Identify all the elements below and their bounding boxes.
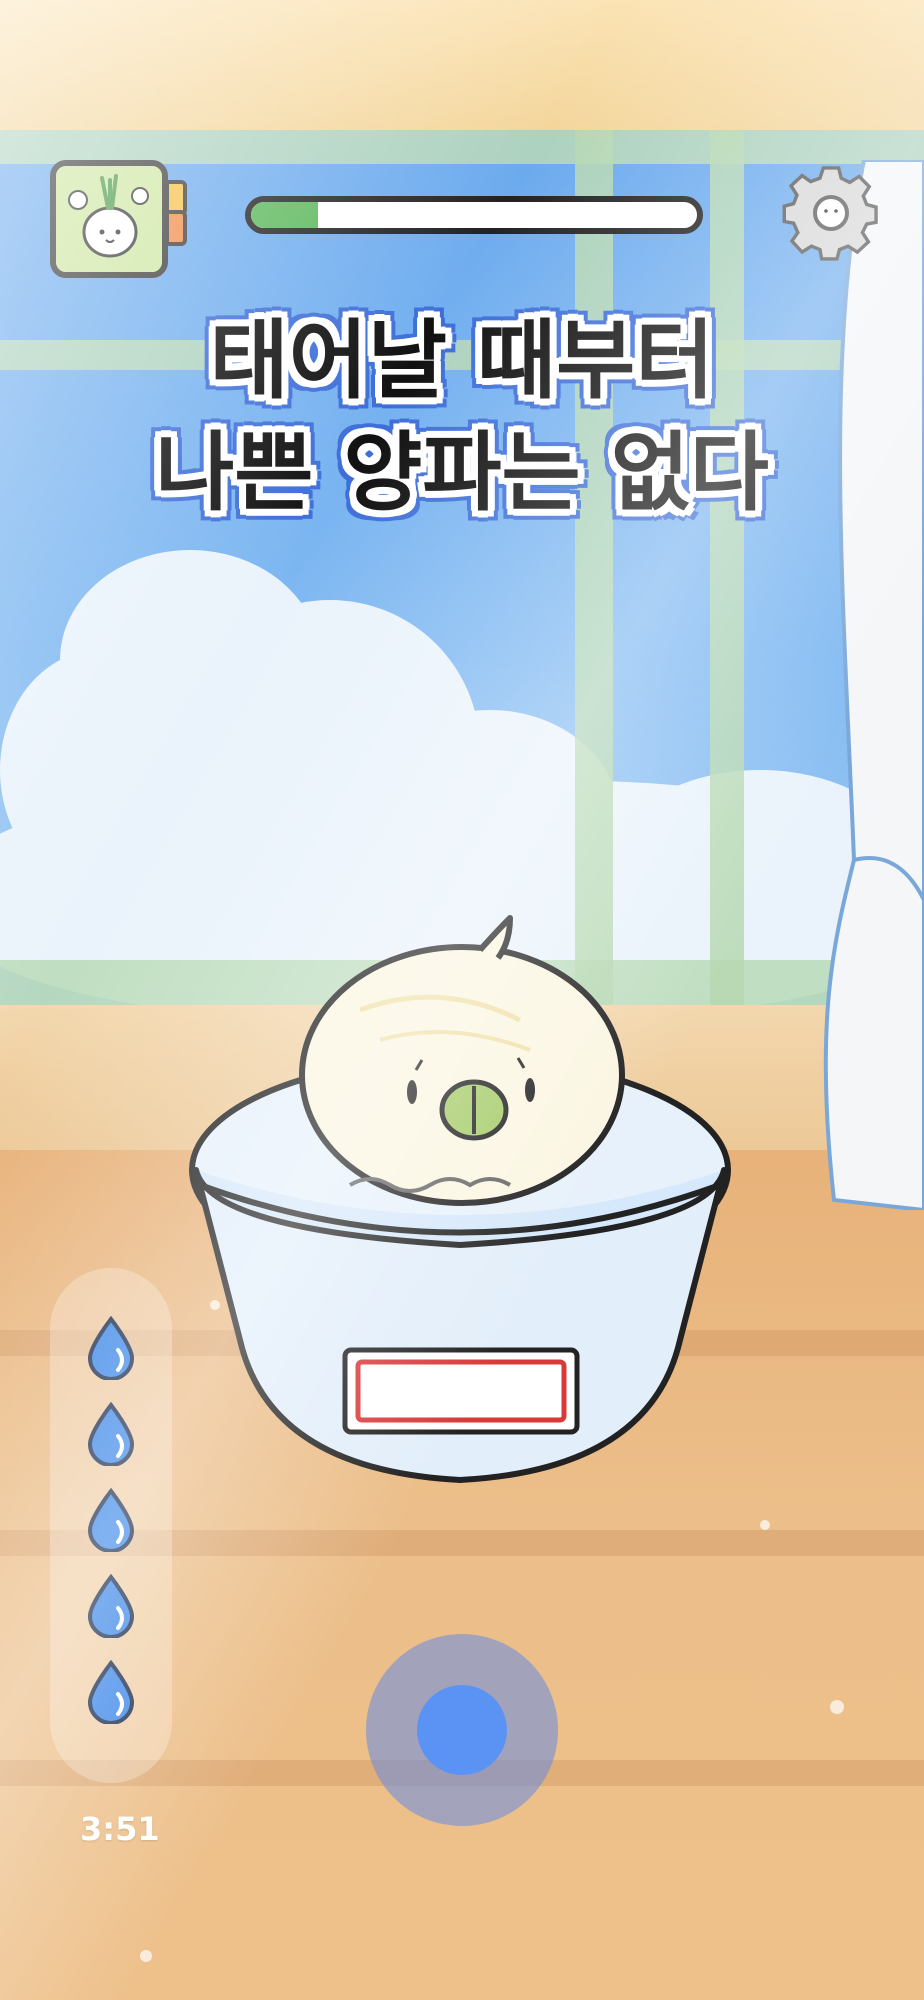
water-drop-icon[interactable] <box>86 1402 136 1466</box>
onion-character <box>299 915 625 1206</box>
water-drop-icon[interactable] <box>86 1488 136 1552</box>
wall-top <box>0 0 924 130</box>
headline-line-1: 태어날 때부터 <box>209 311 715 411</box>
countdown-timer: 3:51 <box>80 1810 160 1848</box>
water-drop-icon[interactable] <box>86 1316 136 1380</box>
onion-character-icon[interactable] <box>50 160 168 278</box>
virtual-joystick[interactable] <box>366 1634 558 1826</box>
joystick-knob[interactable] <box>417 1685 507 1775</box>
water-drop-icon[interactable] <box>86 1574 136 1638</box>
water-drop-icon[interactable] <box>86 1660 136 1724</box>
onion-in-bowl[interactable] <box>180 900 740 1500</box>
water-drop-panel[interactable] <box>50 1268 172 1783</box>
progress-fill <box>251 202 318 228</box>
icon-tab <box>165 210 187 246</box>
growth-progress-bar <box>245 196 703 234</box>
gear-icon[interactable] <box>778 160 884 266</box>
promo-headline: 태어날 때부터 나쁜 양파는 없다 <box>0 305 924 529</box>
headline-line-2: 나쁜 양파는 없다 <box>155 423 769 523</box>
